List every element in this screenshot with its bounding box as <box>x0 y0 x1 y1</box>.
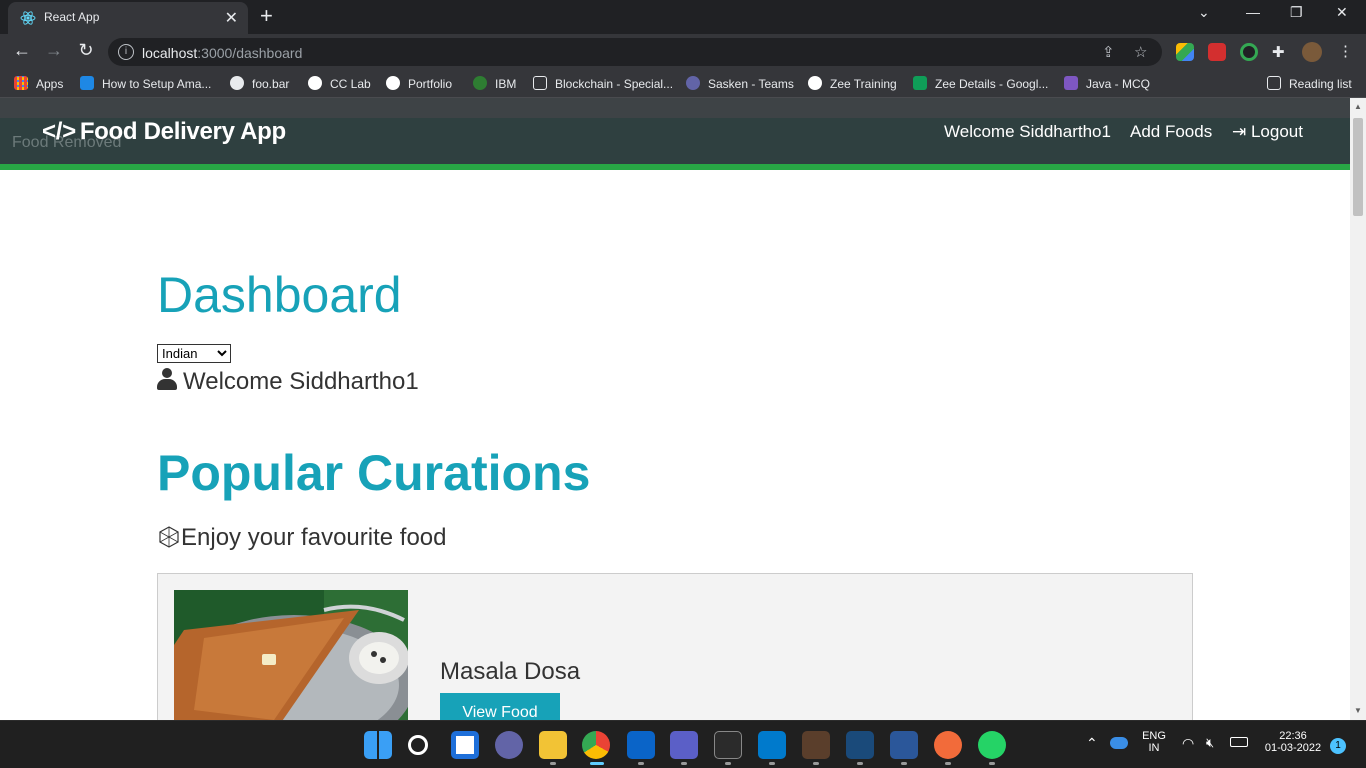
task-view-icon[interactable] <box>451 731 479 759</box>
battery-icon[interactable] <box>1230 737 1248 747</box>
restore-icon[interactable]: ❐ <box>1290 4 1303 21</box>
windows-taskbar: ⌃ ENG IN ◠ 🔇︎ 22:36 01-03-2022 1 <box>0 720 1366 768</box>
reload-icon[interactable]: ↻ <box>74 40 98 61</box>
teams-icon <box>686 76 700 90</box>
globe-icon <box>230 76 244 90</box>
bookmark-cc-lab[interactable]: CC Lab <box>308 76 371 91</box>
brand-link[interactable]: </> Food Delivery App <box>42 118 286 146</box>
close-tab-icon[interactable]: ✕ <box>225 8 238 28</box>
menu-icon[interactable]: ⋮ <box>1338 42 1353 60</box>
chevron-up-icon[interactable]: ⌃ <box>1086 735 1098 752</box>
onedrive-icon[interactable] <box>1110 737 1128 749</box>
food-card: Masala Dosa View Food <box>157 573 1193 720</box>
extension-ring-icon[interactable] <box>1240 43 1258 61</box>
food-name: Masala Dosa <box>440 658 581 685</box>
back-icon[interactable]: ← <box>10 40 34 61</box>
bookmark-portfolio[interactable]: Portfolio <box>386 76 452 91</box>
cc-icon <box>533 76 547 90</box>
bookmark-star-icon[interactable]: ☆ <box>1134 43 1147 61</box>
hexagon-icon <box>159 526 179 548</box>
wifi-icon[interactable]: ◠ <box>1182 735 1194 752</box>
navbar-accent-line <box>0 164 1350 170</box>
s-icon <box>80 76 94 90</box>
notification-badge[interactable]: 1 <box>1330 738 1346 754</box>
forms-icon <box>1064 76 1078 90</box>
tab-search-icon[interactable]: ⌄ <box>1198 4 1210 21</box>
outlook-icon[interactable] <box>627 731 655 759</box>
bookmark-zee-training[interactable]: Zee Training <box>808 76 897 91</box>
share-icon[interactable]: ⇪ <box>1102 43 1115 61</box>
bookmark-foobar[interactable]: foo.bar <box>230 76 289 91</box>
bookmark-setup-ama[interactable]: How to Setup Ama... <box>80 76 211 91</box>
minimize-icon[interactable]: — <box>1246 4 1260 20</box>
browser-tab-bar: React App ✕ + ⌄ — ❐ ✕ <box>0 0 1366 34</box>
terminal-icon[interactable] <box>714 731 742 759</box>
eclipse-icon[interactable] <box>802 731 830 759</box>
page-scrollbar[interactable]: ▲ ▼ <box>1350 98 1366 720</box>
browser-tab[interactable]: React App ✕ <box>8 2 248 34</box>
nav-add-foods[interactable]: Add Foods <box>1130 122 1212 142</box>
bookmarks-bar: Apps How to Setup Ama... foo.bar CC Lab … <box>0 70 1366 98</box>
google-drive-icon[interactable] <box>1176 43 1194 61</box>
app-navbar: Food Removed </> Food Delivery App Welcom… <box>0 98 1350 170</box>
github-icon <box>386 76 400 90</box>
logout-icon: ⇥ <box>1232 122 1251 141</box>
start-icon[interactable] <box>364 731 392 759</box>
cuisine-select[interactable]: Indian <box>157 344 231 363</box>
scroll-up-icon[interactable]: ▲ <box>1354 102 1362 111</box>
food-image <box>174 590 408 720</box>
scroll-thumb[interactable] <box>1353 118 1363 216</box>
apps-grid-icon <box>14 76 28 90</box>
teams-icon[interactable] <box>670 731 698 759</box>
volume-muted-icon[interactable]: 🔇︎ <box>1206 735 1214 751</box>
reading-list-icon <box>1267 76 1281 90</box>
file-explorer-icon[interactable] <box>539 731 567 759</box>
google-icon <box>308 76 322 90</box>
ibm-icon <box>473 76 487 90</box>
address-bar[interactable]: i localhost:3000/dashboard ⇪ ☆ <box>108 38 1162 66</box>
tab-title: React App <box>44 10 100 24</box>
chrome-icon[interactable] <box>582 731 610 759</box>
extension-icon[interactable] <box>1208 43 1226 61</box>
clock[interactable]: 22:36 01-03-2022 <box>1262 730 1324 754</box>
browser-toolbar: ← → ↻ i localhost:3000/dashboard ⇪ ☆ ✚ ⋮ <box>0 34 1366 70</box>
github-icon <box>808 76 822 90</box>
url-text: localhost:3000/dashboard <box>142 45 303 61</box>
close-window-icon[interactable]: ✕ <box>1336 4 1348 21</box>
reading-list[interactable]: Reading list <box>1267 76 1352 91</box>
chat-icon[interactable] <box>495 731 523 759</box>
avatar[interactable] <box>1302 42 1322 62</box>
language-indicator[interactable]: ENG IN <box>1141 730 1167 754</box>
nav-logout[interactable]: ⇥ Logout <box>1232 122 1303 142</box>
search-icon[interactable] <box>408 735 428 755</box>
welcome-message: Welcome Siddhartho1 <box>157 368 419 396</box>
bookmark-zee-details[interactable]: Zee Details - Googl... <box>913 76 1048 91</box>
page-title: Dashboard <box>157 267 402 323</box>
vscode-icon[interactable] <box>758 731 786 759</box>
view-food-button[interactable]: View Food <box>440 693 560 720</box>
mysql-workbench-icon[interactable] <box>846 731 874 759</box>
scroll-down-icon[interactable]: ▼ <box>1354 706 1362 715</box>
bookmark-ibm[interactable]: IBM <box>473 76 516 91</box>
new-tab-button[interactable]: + <box>260 4 273 28</box>
react-icon <box>20 11 36 25</box>
bookmark-sasken-teams[interactable]: Sasken - Teams <box>686 76 794 91</box>
word-icon[interactable] <box>890 731 918 759</box>
sheets-icon <box>913 76 927 90</box>
nav-welcome[interactable]: Welcome Siddhartho1 <box>944 122 1111 142</box>
puzzle-icon[interactable]: ✚ <box>1272 43 1285 61</box>
whatsapp-icon[interactable] <box>978 731 1006 759</box>
code-icon: </> <box>42 118 76 145</box>
forward-icon[interactable]: → <box>42 40 66 61</box>
bookmark-apps[interactable]: Apps <box>14 76 63 91</box>
bookmark-java-mcq[interactable]: Java - MCQ <box>1064 76 1150 91</box>
section-subtitle: Enjoy your favourite food <box>157 524 447 552</box>
user-icon <box>157 368 177 390</box>
section-title: Popular Curations <box>157 445 591 501</box>
postman-icon[interactable] <box>934 731 962 759</box>
page-viewport: Food Removed </> Food Delivery App Welcom… <box>0 98 1350 720</box>
info-icon[interactable]: i <box>118 44 134 60</box>
bookmark-blockchain[interactable]: Blockchain - Special... <box>533 76 673 91</box>
